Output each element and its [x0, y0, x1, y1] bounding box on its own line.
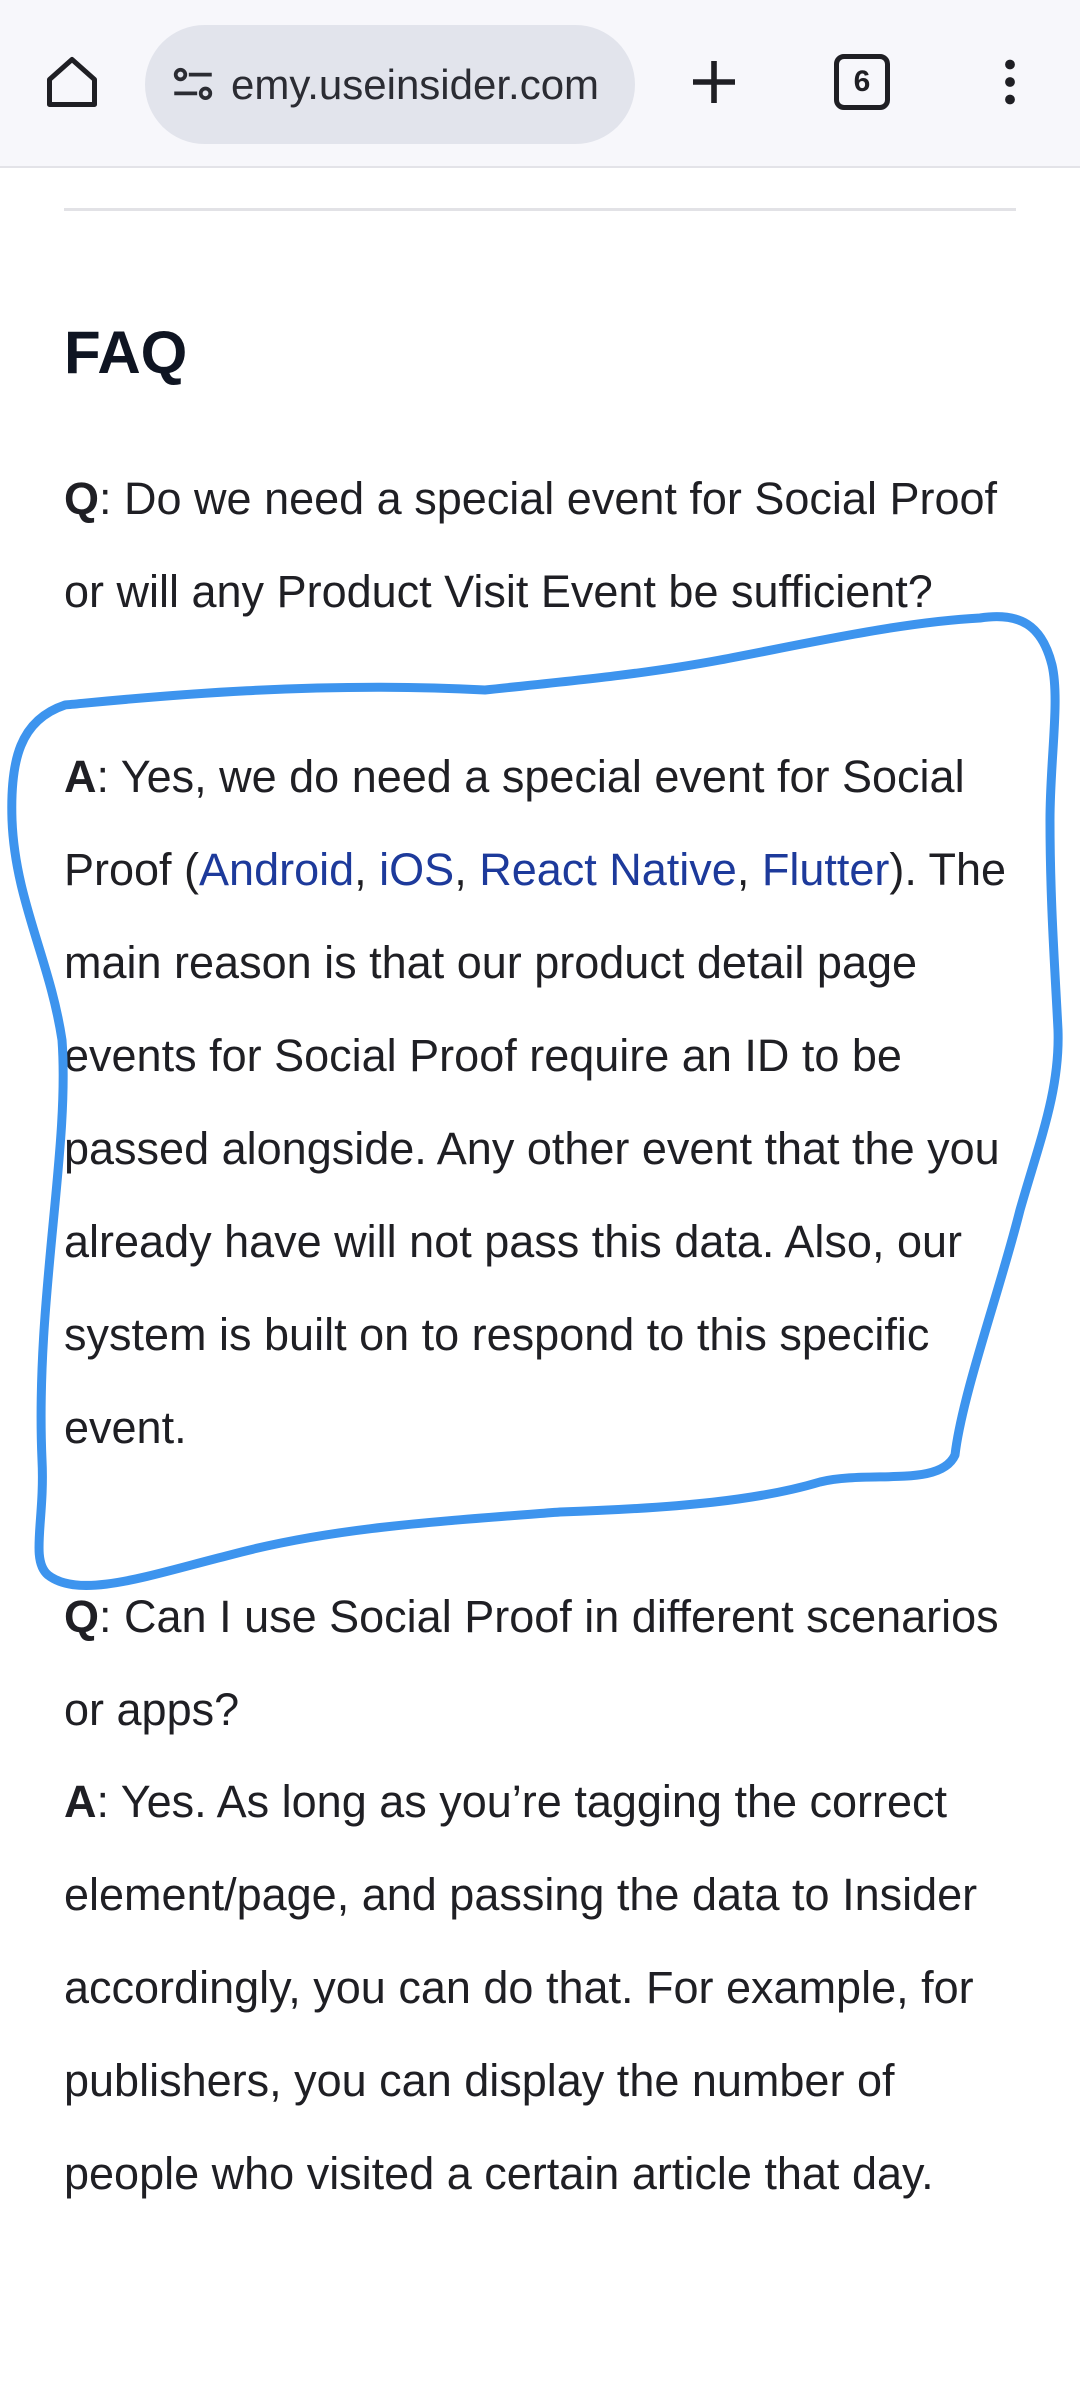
- faq-question-2: Q: Can I use Social Proof in different s…: [64, 1570, 1024, 1756]
- browser-toolbar: emy.useinsider.com 6: [0, 0, 1080, 168]
- faq-question-1: Q: Do we need a special event for Social…: [64, 452, 1024, 638]
- a-label: A: [64, 1776, 97, 1827]
- link-separator: ,: [354, 844, 380, 895]
- q-label: Q: [64, 1591, 100, 1642]
- address-bar[interactable]: emy.useinsider.com: [145, 25, 635, 144]
- link-separator: ,: [454, 844, 480, 895]
- question-text: : Do we need a special event for Social …: [64, 473, 998, 617]
- tune-icon: [173, 67, 213, 100]
- tab-switcher-button[interactable]: 6: [820, 40, 904, 124]
- question-text: : Can I use Social Proof in different sc…: [64, 1591, 999, 1735]
- flutter-link[interactable]: Flutter: [762, 844, 890, 895]
- faq-heading: FAQ: [64, 319, 188, 386]
- tab-count: 6: [834, 54, 890, 110]
- site-info-button[interactable]: [163, 55, 223, 115]
- ios-link[interactable]: iOS: [379, 844, 454, 895]
- section-divider: [64, 208, 1016, 211]
- link-separator: ,: [736, 844, 762, 895]
- react-native-link[interactable]: React Native: [479, 844, 737, 895]
- home-icon: [47, 57, 97, 107]
- plus-icon: [693, 61, 735, 103]
- faq-answer-2: A: Yes. As long as you’re tagging the co…: [64, 1755, 1024, 2220]
- answer-text: ). The main reason is that our product d…: [64, 844, 1007, 1453]
- faq-answer-1: A: Yes, we do need a special event for S…: [64, 730, 1024, 1474]
- url-text: emy.useinsider.com: [231, 60, 600, 108]
- menu-button[interactable]: [968, 40, 1052, 124]
- new-tab-button[interactable]: [672, 40, 756, 124]
- home-button[interactable]: [30, 40, 114, 124]
- q-label: Q: [64, 473, 100, 524]
- android-link[interactable]: Android: [199, 844, 354, 895]
- a-label: A: [64, 751, 97, 802]
- more-vert-icon: [1005, 59, 1015, 105]
- answer-text: : Yes. As long as you’re tagging the cor…: [64, 1776, 978, 2199]
